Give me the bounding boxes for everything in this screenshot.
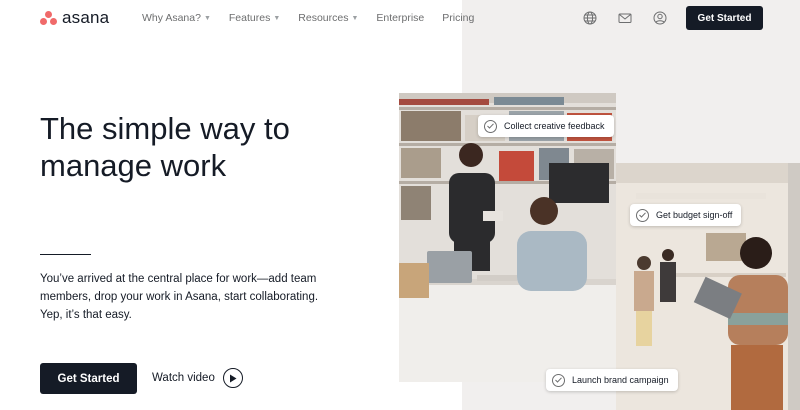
logo-wordmark: asana bbox=[62, 8, 110, 27]
globe-icon[interactable] bbox=[582, 10, 597, 25]
play-icon bbox=[222, 368, 243, 388]
nav-why-asana[interactable]: Why Asana? ▼ bbox=[142, 12, 211, 24]
chevron-down-icon: ▼ bbox=[351, 14, 359, 22]
check-circle-icon bbox=[636, 208, 649, 222]
top-nav: asana Why Asana? ▼ Features ▼ Resources … bbox=[0, 0, 800, 36]
watch-video-label: Watch video bbox=[152, 372, 215, 384]
nav-link-label: Enterprise bbox=[376, 12, 425, 24]
nav-link-label: Features bbox=[228, 12, 271, 24]
asana-logo-icon bbox=[40, 10, 57, 25]
photo-edge-strip bbox=[788, 163, 800, 410]
task-pill-launch-campaign: Launch brand campaign bbox=[546, 369, 678, 391]
asana-logo[interactable]: asana bbox=[40, 9, 109, 26]
check-circle-icon bbox=[552, 373, 565, 387]
task-label: Collect creative feedback bbox=[504, 121, 605, 131]
nav-pricing[interactable]: Pricing bbox=[442, 12, 474, 24]
task-label: Launch brand campaign bbox=[572, 375, 669, 385]
task-label: Get budget sign-off bbox=[656, 210, 733, 220]
nav-features[interactable]: Features ▼ bbox=[229, 12, 280, 24]
nav-resources[interactable]: Resources ▼ bbox=[298, 12, 358, 24]
nav-links: Why Asana? ▼ Features ▼ Resources ▼ Ente… bbox=[142, 12, 474, 24]
hero-divider bbox=[40, 254, 91, 255]
watch-video-button[interactable]: Watch video bbox=[152, 368, 243, 388]
nav-enterprise[interactable]: Enterprise bbox=[376, 12, 424, 24]
nav-link-label: Resources bbox=[298, 12, 349, 24]
check-circle-icon bbox=[484, 119, 497, 133]
nav-icons bbox=[582, 10, 667, 25]
chevron-down-icon: ▼ bbox=[203, 14, 211, 22]
nav-get-started-button[interactable]: Get Started bbox=[686, 6, 763, 30]
chevron-down-icon: ▼ bbox=[273, 14, 281, 22]
task-pill-collect-feedback: Collect creative feedback bbox=[478, 115, 614, 137]
mail-icon[interactable] bbox=[617, 10, 632, 25]
hero-subtext: You’ve arrived at the central place for … bbox=[40, 273, 319, 321]
hero-headline: The simple way to manage work bbox=[40, 111, 290, 183]
get-started-button[interactable]: Get Started bbox=[40, 363, 137, 394]
user-icon[interactable] bbox=[652, 10, 667, 25]
nav-link-label: Pricing bbox=[442, 12, 475, 24]
task-pill-budget-signoff: Get budget sign-off bbox=[630, 204, 742, 226]
nav-link-label: Why Asana? bbox=[142, 12, 201, 24]
